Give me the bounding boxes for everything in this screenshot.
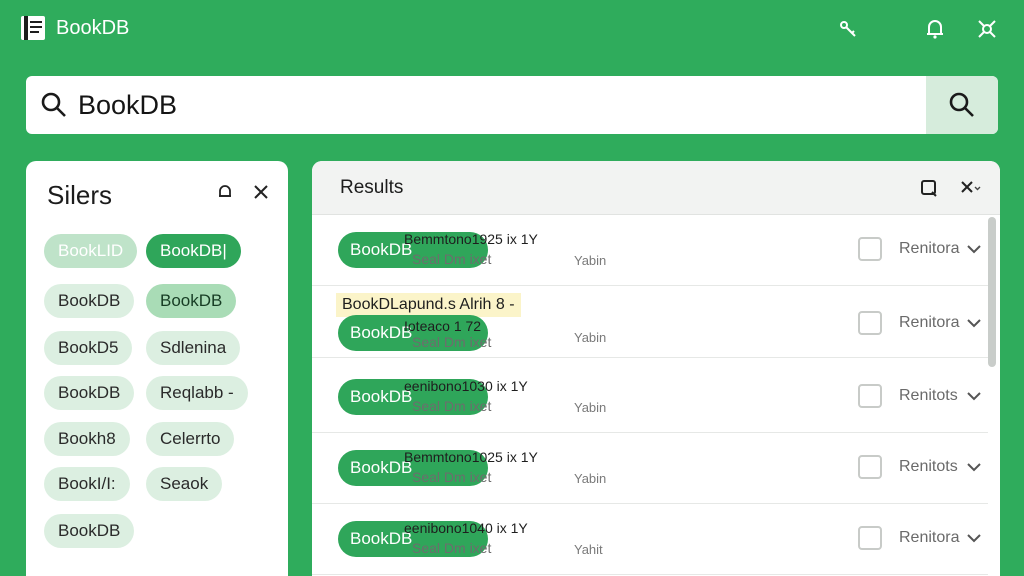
filter-chip[interactable]: BookD5 [44,331,133,365]
filter-chip[interactable]: Bookh8 [44,422,130,456]
result-author: Yabin [574,253,607,268]
results-scrollbar[interactable] [988,217,996,367]
result-meta: Seal Dm ixet [412,540,492,556]
result-author: Yahit [574,542,603,557]
chevron-down-icon[interactable] [966,315,982,331]
result-row[interactable]: BookDB Bemmtono1025 ix 1Y Seal Dm ixet Y… [312,433,988,504]
status-label: Renitora [899,240,960,257]
bell-icon[interactable] [923,17,947,41]
filter-chip[interactable]: BookDB [146,284,237,318]
chevron-down-icon[interactable] [966,241,982,257]
brand[interactable]: BookDB [20,14,129,42]
bell-icon[interactable] [216,183,234,201]
search-input[interactable] [78,84,938,126]
row-checkbox[interactable] [858,237,882,261]
results-header: Results [312,161,1000,215]
row-checkbox[interactable] [858,311,882,335]
result-meta: Seal Dm ixet [412,251,492,267]
search-bar [26,76,998,134]
filter-chip[interactable]: Seaok [146,467,223,501]
top-bar: BookDB [0,0,1024,60]
filter-chip[interactable]: BookDB [44,376,135,410]
search-button[interactable] [926,76,998,134]
result-meta: Bemmtono1925 ix 1Y [404,231,538,247]
chat-icon[interactable] [919,178,939,198]
close-icon[interactable] [252,183,270,201]
key-icon[interactable] [836,17,860,41]
result-row[interactable]: BookDB eenibono1040 ix 1Y Seal Dm ixet Y… [312,504,988,575]
result-meta: Seal Dm ixet [412,469,492,485]
results-title: Results [340,177,404,198]
status-label: Renitots [899,458,958,475]
result-author: Yabin [574,400,607,415]
result-meta: Bemmtono1025 ix 1Y [404,449,538,465]
status-label: Renitots [899,387,958,404]
filter-chip[interactable]: Reqlabb - [146,376,248,410]
filter-chip[interactable]: BookDB [44,284,135,318]
filter-chip[interactable]: BookDB| [146,234,241,268]
filters-panel: Silers BookLID BookDB| BookDB BookDB Boo… [26,161,288,576]
search-icon [949,92,974,117]
settings-icon[interactable] [975,17,999,41]
row-checkbox[interactable] [858,455,882,479]
app-title: BookDB [56,16,130,39]
result-meta: eenibono1030 ix 1Y [404,378,528,394]
results-panel: Results BookDB Bemmtono1925 ix 1Y Seal D… [312,161,1000,576]
book-icon [21,16,45,40]
search-icon [41,92,66,117]
filter-chip[interactable]: BookLID [44,234,138,268]
filters-title: Silers [47,180,113,210]
result-row[interactable]: BookDLapund.s Alrih 8 - BookDB Ioteaco 1… [312,287,988,358]
row-checkbox[interactable] [858,526,882,550]
result-author: Yabin [574,330,607,345]
result-row[interactable]: BookDB Bemmtono1925 ix 1Y Seal Dm ixet Y… [312,215,988,286]
status-label: Renitora [899,529,960,546]
close-icon[interactable] [959,178,983,198]
filter-chip[interactable]: Sdlenina [146,331,241,365]
chevron-down-icon[interactable] [966,459,982,475]
result-meta: Seal Dm ixet [412,398,492,414]
filter-chip[interactable]: BookI/I: [44,467,130,501]
result-author: Yabin [574,471,607,486]
filter-chip[interactable]: BookDB [44,514,135,548]
result-meta: eenibono1040 ix 1Y [404,520,528,536]
row-checkbox[interactable] [858,384,882,408]
chevron-down-icon[interactable] [966,388,982,404]
chevron-down-icon[interactable] [966,530,982,546]
filter-chip[interactable]: Celerrto [146,422,235,456]
result-meta: Ioteaco 1 72 [404,318,482,334]
search-highlight: BookDLapund.s Alrih 8 - [336,293,521,317]
result-meta: Seal Dm ixet [412,334,492,350]
status-label: Renitora [899,314,960,331]
result-row[interactable]: BookDB eenibono1030 ix 1Y Seal Dm ixet Y… [312,362,988,433]
